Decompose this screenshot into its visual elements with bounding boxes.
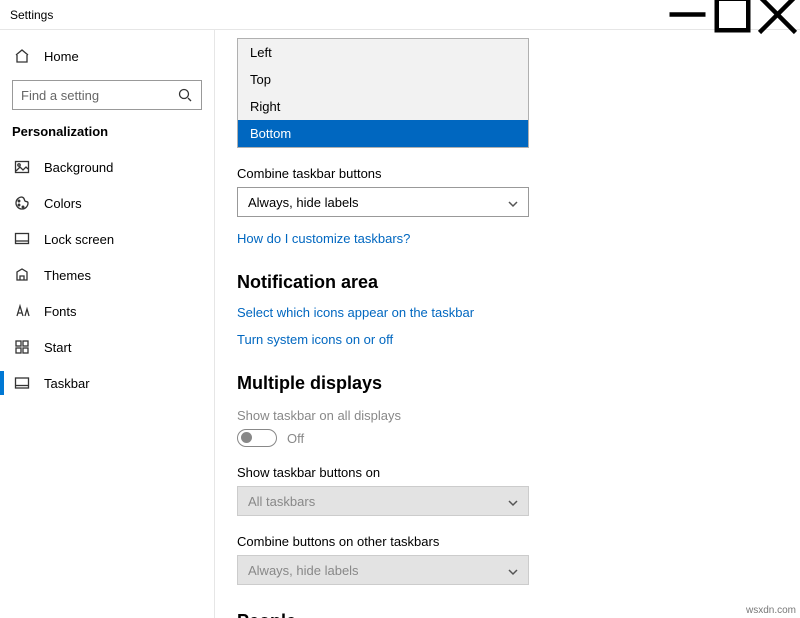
content-panel: Left Top Right Bottom Combine taskbar bu… (215, 30, 800, 618)
maximize-button[interactable] (710, 0, 755, 30)
taskbar-icon (14, 375, 30, 391)
search-input[interactable]: Find a setting (12, 80, 202, 110)
taskbar-position-dropdown[interactable]: Left Top Right Bottom (237, 38, 529, 148)
chevron-down-icon (508, 565, 518, 575)
sidebar-item-start[interactable]: Start (0, 329, 214, 365)
home-button[interactable]: Home (0, 42, 214, 70)
multiple-displays-heading: Multiple displays (237, 373, 778, 394)
themes-icon (14, 267, 30, 283)
sidebar-item-background[interactable]: Background (0, 149, 214, 185)
window-title: Settings (0, 8, 665, 22)
palette-icon (14, 195, 30, 211)
notification-area-heading: Notification area (237, 272, 778, 293)
fonts-icon (14, 303, 30, 319)
lock-screen-icon (14, 231, 30, 247)
sidebar-item-fonts[interactable]: Fonts (0, 293, 214, 329)
dropdown-option-top[interactable]: Top (238, 66, 528, 93)
sidebar: Home Find a setting Personalization Back… (0, 30, 215, 618)
system-icons-link[interactable]: Turn system icons on or off (237, 332, 778, 347)
people-heading: People (237, 611, 778, 618)
customize-taskbars-link[interactable]: How do I customize taskbars? (237, 231, 778, 246)
dropdown-option-left[interactable]: Left (238, 39, 528, 66)
chevron-down-icon (508, 496, 518, 506)
show-all-displays-label: Show taskbar on all displays (237, 408, 778, 423)
watermark: wsxdn.com (746, 605, 796, 616)
combine-other-combo: Always, hide labels (237, 555, 529, 585)
minimize-button[interactable] (665, 0, 710, 30)
sidebar-item-themes[interactable]: Themes (0, 257, 214, 293)
show-buttons-label: Show taskbar buttons on (237, 465, 778, 480)
home-label: Home (44, 49, 79, 64)
dropdown-option-right[interactable]: Right (238, 93, 528, 120)
close-button[interactable] (755, 0, 800, 30)
image-icon (14, 159, 30, 175)
nav-label: Themes (44, 268, 91, 283)
home-icon (14, 48, 30, 64)
nav-label: Start (44, 340, 71, 355)
combo-value: All taskbars (248, 494, 315, 509)
combine-other-label: Combine buttons on other taskbars (237, 534, 778, 549)
sidebar-item-lockscreen[interactable]: Lock screen (0, 221, 214, 257)
titlebar: Settings (0, 0, 800, 30)
combine-label: Combine taskbar buttons (237, 166, 778, 181)
nav-label: Background (44, 160, 113, 175)
sidebar-item-colors[interactable]: Colors (0, 185, 214, 221)
select-icons-link[interactable]: Select which icons appear on the taskbar (237, 305, 778, 320)
toggle-state: Off (287, 431, 304, 446)
show-buttons-combo: All taskbars (237, 486, 529, 516)
main-area: Home Find a setting Personalization Back… (0, 30, 800, 618)
start-icon (14, 339, 30, 355)
search-placeholder: Find a setting (21, 88, 99, 103)
dropdown-option-bottom[interactable]: Bottom (238, 120, 528, 147)
nav-label: Fonts (44, 304, 77, 319)
sidebar-section: Personalization (0, 124, 214, 149)
combo-value: Always, hide labels (248, 563, 359, 578)
combo-value: Always, hide labels (248, 195, 359, 210)
nav-label: Colors (44, 196, 82, 211)
search-icon (177, 87, 193, 103)
nav-label: Taskbar (44, 376, 90, 391)
chevron-down-icon (508, 197, 518, 207)
window-controls (665, 0, 800, 30)
combine-taskbar-combo[interactable]: Always, hide labels (237, 187, 529, 217)
nav-label: Lock screen (44, 232, 114, 247)
show-all-displays-toggle[interactable] (237, 429, 277, 447)
sidebar-item-taskbar[interactable]: Taskbar (0, 365, 214, 401)
